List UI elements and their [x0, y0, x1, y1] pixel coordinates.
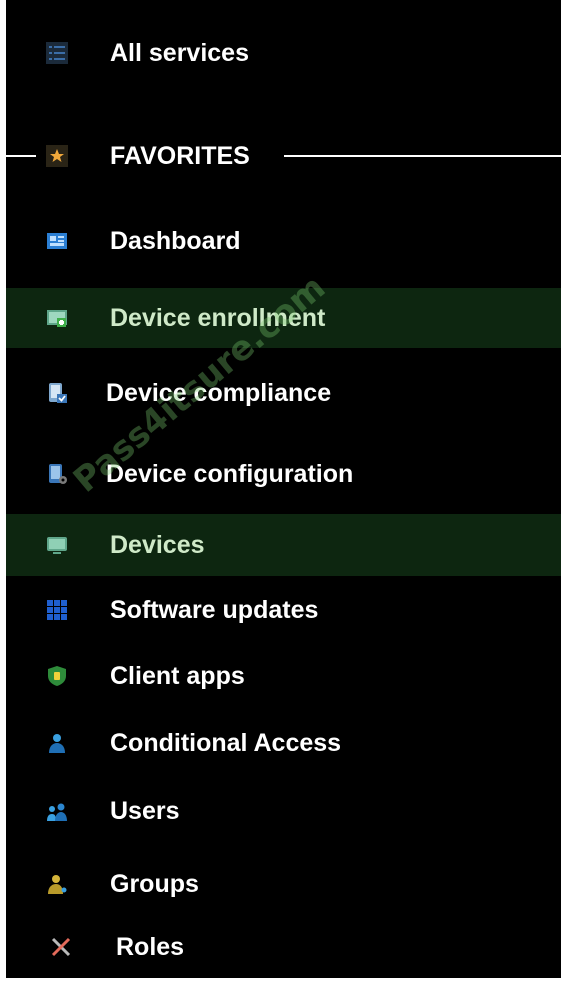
nav-item-conditional-access-label: Conditional Access: [110, 728, 342, 757]
nav-item-device-compliance[interactable]: Device compliance: [6, 370, 561, 416]
nav-all-services[interactable]: All services: [6, 30, 561, 76]
groups-icon: [46, 873, 68, 895]
device-configuration-icon: [46, 463, 68, 485]
nav-item-software-updates[interactable]: Software updates: [6, 588, 561, 632]
device-compliance-icon: [46, 382, 68, 404]
devices-icon: [46, 534, 68, 556]
divider-right: [284, 155, 561, 157]
users-icon: [46, 800, 68, 822]
nav-item-device-enrollment-label: Device enrollment: [110, 303, 326, 332]
roles-icon: [50, 936, 72, 958]
nav-item-groups[interactable]: Groups: [6, 860, 561, 908]
divider-left: [6, 155, 36, 157]
nav-item-device-configuration-label: Device configuration: [106, 459, 354, 488]
nav-item-devices[interactable]: Devices: [6, 514, 561, 576]
nav-item-roles[interactable]: Roles: [6, 924, 561, 970]
star-icon: [46, 145, 68, 167]
nav-item-client-apps-label: Client apps: [110, 661, 245, 690]
software-updates-icon: [46, 599, 68, 621]
device-enrollment-icon: [46, 307, 68, 329]
favorites-header: FAVORITES: [6, 138, 561, 174]
list-icon: [46, 42, 68, 64]
favorites-label: FAVORITES: [110, 141, 250, 170]
nav-item-software-updates-label: Software updates: [110, 595, 319, 624]
nav-item-users-label: Users: [110, 796, 180, 825]
nav-item-roles-label: Roles: [116, 932, 185, 961]
nav-item-users[interactable]: Users: [6, 788, 561, 834]
nav-item-client-apps[interactable]: Client apps: [6, 654, 561, 698]
nav-item-groups-label: Groups: [110, 869, 199, 898]
nav-item-conditional-access[interactable]: Conditional Access: [6, 720, 561, 766]
nav-all-services-label: All services: [110, 38, 249, 67]
nav-item-device-compliance-label: Device compliance: [106, 378, 332, 407]
nav-item-dashboard-label: Dashboard: [110, 226, 241, 255]
nav-item-dashboard[interactable]: Dashboard: [6, 218, 561, 264]
nav-item-device-enrollment[interactable]: Device enrollment: [6, 288, 561, 348]
dashboard-icon: [46, 230, 68, 252]
navigation-sidebar: All services FAVORITES Dashboard Device …: [6, 0, 561, 978]
nav-item-devices-label: Devices: [110, 530, 205, 559]
conditional-access-icon: [46, 732, 68, 754]
client-apps-icon: [46, 665, 68, 687]
nav-item-device-configuration[interactable]: Device configuration: [6, 450, 561, 498]
